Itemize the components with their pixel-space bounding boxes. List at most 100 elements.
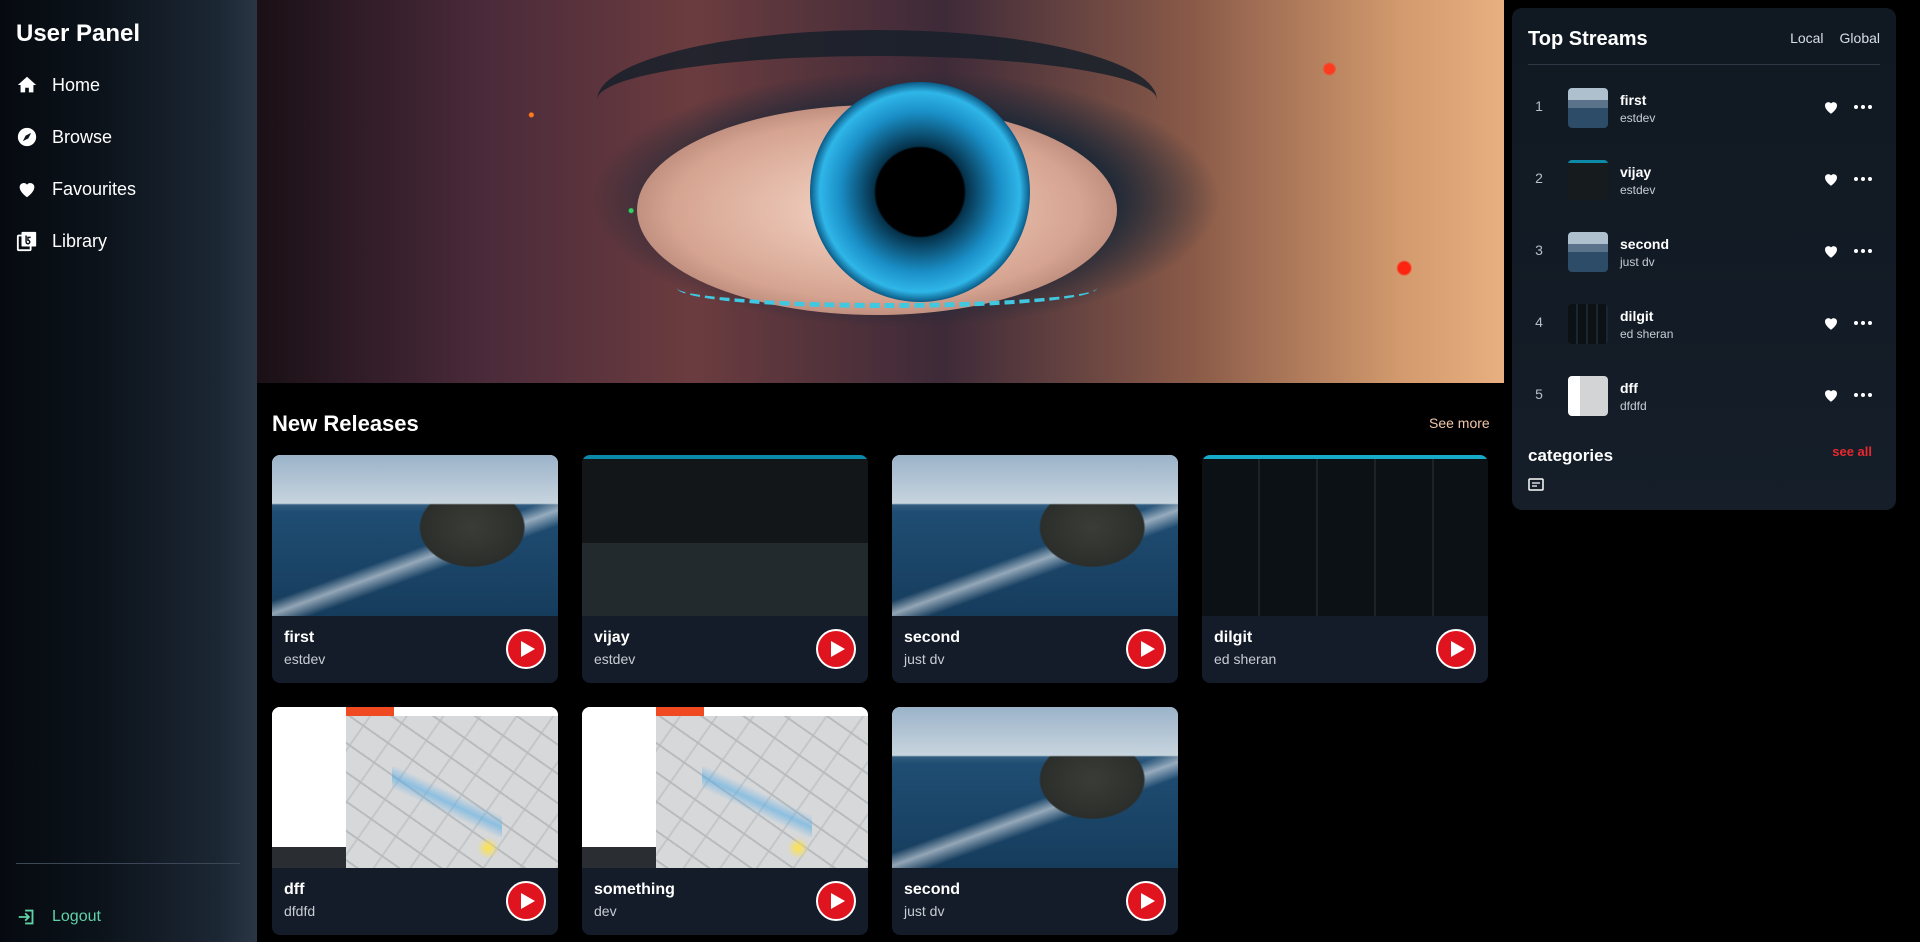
release-thumbnail (892, 455, 1178, 616)
stream-title: vijay (1620, 164, 1652, 180)
nav-library-label: Library (52, 230, 108, 251)
play-button[interactable] (1436, 629, 1476, 669)
stream-thumbnail (1568, 160, 1608, 200)
play-icon (1450, 641, 1465, 657)
more-options-icon[interactable] (1854, 244, 1872, 258)
map-beam (702, 767, 812, 837)
heart-icon[interactable] (1822, 314, 1840, 332)
release-thumbnail (272, 455, 558, 616)
release-artist: dev (594, 903, 617, 919)
more-options-icon[interactable] (1854, 316, 1872, 330)
library-icon (16, 231, 37, 252)
stream-thumbnail (1568, 376, 1608, 416)
release-title: dilgit (1214, 629, 1253, 646)
more-options-icon[interactable] (1854, 388, 1872, 402)
play-icon (830, 893, 845, 909)
sidebar-divider (16, 863, 240, 864)
stream-title: dff (1620, 380, 1638, 396)
release-thumbnail (1202, 455, 1488, 616)
release-title: something (594, 881, 675, 898)
more-options-icon[interactable] (1854, 172, 1872, 186)
tab-global[interactable]: Global (1840, 30, 1880, 46)
stream-artist: dfdfd (1620, 399, 1647, 413)
stream-thumbnail (1568, 88, 1608, 128)
sidebar: User Panel Home Browse Favourites Librar… (0, 0, 257, 942)
hero-lashes (677, 268, 1097, 308)
release-card[interactable]: dff dfdfd (272, 707, 558, 935)
release-title: vijay (594, 629, 630, 646)
stream-row[interactable]: 4 dilgit ed sheran (1528, 296, 1880, 352)
heart-icon (19, 183, 35, 198)
play-button[interactable] (506, 629, 546, 669)
tab-local[interactable]: Local (1790, 30, 1823, 46)
stream-rank: 1 (1535, 98, 1543, 114)
nav-home-label: Home (52, 74, 101, 95)
release-card[interactable]: second just dv (892, 707, 1178, 935)
category-card-icon[interactable] (1528, 478, 1544, 491)
release-title: dff (284, 881, 305, 898)
release-title: first (284, 629, 315, 646)
play-button[interactable] (1126, 881, 1166, 921)
stream-thumbnail (1568, 232, 1608, 272)
map-header (272, 707, 558, 716)
logout-icon (18, 909, 34, 925)
heart-icon[interactable] (1822, 242, 1840, 260)
nav-favourites[interactable]: Favourites (16, 178, 136, 200)
release-artist: just dv (904, 903, 945, 919)
stream-row[interactable]: 3 second just dv (1528, 224, 1880, 280)
scope-tabs: Local Global (1790, 30, 1880, 46)
release-card[interactable]: first estdev (272, 455, 558, 683)
compass-icon (17, 127, 37, 147)
nav-favourites-label: Favourites (52, 178, 137, 199)
nav-home[interactable]: Home (16, 74, 100, 96)
home-icon (17, 76, 37, 93)
release-artist: estdev (594, 651, 636, 667)
stream-rank: 2 (1535, 170, 1543, 186)
play-button[interactable] (1126, 629, 1166, 669)
top-streams-title: Top Streams (1528, 28, 1648, 50)
play-icon (520, 641, 535, 657)
release-thumbnail (272, 707, 558, 868)
release-artist: just dv (904, 651, 945, 667)
stream-row[interactable]: 1 first estdev (1528, 80, 1880, 136)
more-options-icon[interactable] (1854, 100, 1872, 114)
play-icon (1140, 893, 1155, 909)
nav-library[interactable]: Library (16, 230, 107, 252)
heart-icon[interactable] (1822, 98, 1840, 116)
heart-icon[interactable] (1822, 386, 1840, 404)
play-icon (520, 893, 535, 909)
stream-rank: 4 (1535, 314, 1543, 330)
release-card[interactable]: something dev (582, 707, 868, 935)
stream-title: dilgit (1620, 308, 1654, 324)
stream-thumbnail (1568, 304, 1608, 344)
release-artist: estdev (284, 651, 326, 667)
see-all-link[interactable]: see all (1832, 444, 1872, 459)
release-card[interactable]: vijay estdev (582, 455, 868, 683)
release-thumbnail (892, 707, 1178, 868)
stream-rank: 5 (1535, 386, 1543, 402)
stream-row[interactable]: 5 dff dfdfd (1528, 368, 1880, 424)
logout-label: Logout (52, 908, 101, 925)
map-marker (787, 837, 809, 859)
release-thumbnail (582, 707, 868, 868)
play-icon (1140, 641, 1155, 657)
stream-title: first (1620, 92, 1647, 108)
stream-artist: ed sheran (1620, 327, 1674, 341)
play-icon (830, 641, 845, 657)
release-artist: dfdfd (284, 903, 316, 919)
play-button[interactable] (816, 629, 856, 669)
release-title: second (904, 881, 961, 898)
nav-browse[interactable]: Browse (16, 126, 112, 148)
stream-artist: just dv (1620, 255, 1655, 269)
logout-button[interactable]: Logout (16, 906, 101, 928)
stream-row[interactable]: 2 vijay estdev (1528, 152, 1880, 208)
new-releases-title: New Releases (272, 411, 419, 436)
play-button[interactable] (816, 881, 856, 921)
release-card[interactable]: dilgit ed sheran (1202, 455, 1488, 683)
play-button[interactable] (506, 881, 546, 921)
map-camera-preview (272, 847, 346, 868)
heart-icon[interactable] (1822, 170, 1840, 188)
release-card[interactable]: second just dv (892, 455, 1178, 683)
map-camera-preview (582, 847, 656, 868)
see-more-link[interactable]: See more (1429, 415, 1490, 431)
